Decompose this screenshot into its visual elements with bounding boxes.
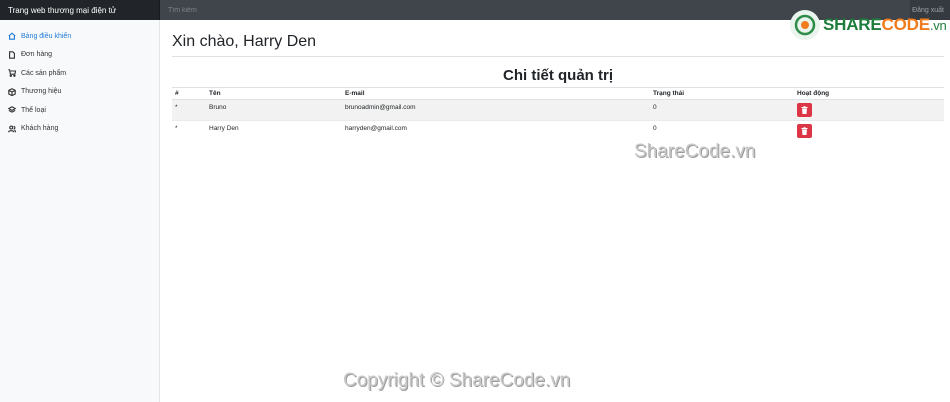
cart-icon xyxy=(8,69,16,78)
table-header-row: # Tên E-mail Trạng thái Hoạt động xyxy=(172,87,944,100)
sidebar-item-label: Thể loại xyxy=(21,106,46,114)
sidebar-item-label: Đơn hàng xyxy=(21,51,53,59)
row-index: * xyxy=(172,120,206,142)
logo-text: SHARECODE.vn xyxy=(823,15,947,34)
row-name: Bruno xyxy=(206,99,342,121)
row-index: * xyxy=(172,99,206,121)
section-title: Chi tiết quản trị xyxy=(503,67,613,84)
sidebar-item-label: Bảng điều khiển xyxy=(21,32,72,40)
sidebar-item-orders[interactable]: Đơn hàng xyxy=(0,46,159,65)
logo-mark-icon xyxy=(790,10,820,40)
delete-button[interactable] xyxy=(797,103,812,117)
box-icon xyxy=(8,87,16,96)
column-header-status: Trạng thái xyxy=(650,87,794,100)
sidebar-item-label: Khách hàng xyxy=(21,125,59,133)
admin-table: # Tên E-mail Trạng thái Hoạt động * Brun… xyxy=(172,87,944,142)
sharecode-logo: SHARECODE.vn xyxy=(790,10,947,40)
sidebar-item-categories[interactable]: Thể loại xyxy=(0,101,159,120)
row-actions xyxy=(794,120,944,142)
users-icon xyxy=(8,125,16,133)
row-name: Harry Den xyxy=(206,120,342,142)
sidebar-item-products[interactable]: Các sản phẩm xyxy=(0,64,159,83)
divider xyxy=(172,56,944,57)
watermark-footer: Copyright © ShareCode.vn xyxy=(343,370,571,391)
sidebar: Bảng điều khiển Đơn hàng Các sản phẩm Th… xyxy=(0,20,160,402)
row-status: 0 xyxy=(650,120,794,142)
row-email: harryden@gmail.com xyxy=(342,120,650,142)
file-icon xyxy=(8,50,16,59)
sidebar-item-label: Các sản phẩm xyxy=(21,69,67,77)
watermark-center: ShareCode.vn xyxy=(634,141,756,162)
column-header-email: E-mail xyxy=(342,87,650,100)
delete-button[interactable] xyxy=(797,124,812,138)
trash-icon xyxy=(801,106,808,114)
column-header-name: Tên xyxy=(206,87,342,100)
row-status: 0 xyxy=(650,99,794,121)
layers-icon xyxy=(8,106,16,114)
table-row: * Harry Den harryden@gmail.com 0 xyxy=(172,120,944,142)
column-header-index: # xyxy=(172,87,206,100)
brand-title[interactable]: Trang web thương mại điện tử xyxy=(0,0,160,20)
trash-icon xyxy=(801,127,808,135)
home-icon xyxy=(8,32,16,41)
sidebar-item-label: Thương hiệu xyxy=(21,88,62,96)
sidebar-item-customers[interactable]: Khách hàng xyxy=(0,120,159,139)
sidebar-item-dashboard[interactable]: Bảng điều khiển xyxy=(0,27,159,46)
row-email: brunoadmin@gmail.com xyxy=(342,99,650,121)
column-header-actions: Hoạt động xyxy=(794,87,944,100)
sidebar-item-brands[interactable]: Thương hiệu xyxy=(0,83,159,102)
row-actions xyxy=(794,99,944,121)
table-row: * Bruno brunoadmin@gmail.com 0 xyxy=(172,99,944,121)
